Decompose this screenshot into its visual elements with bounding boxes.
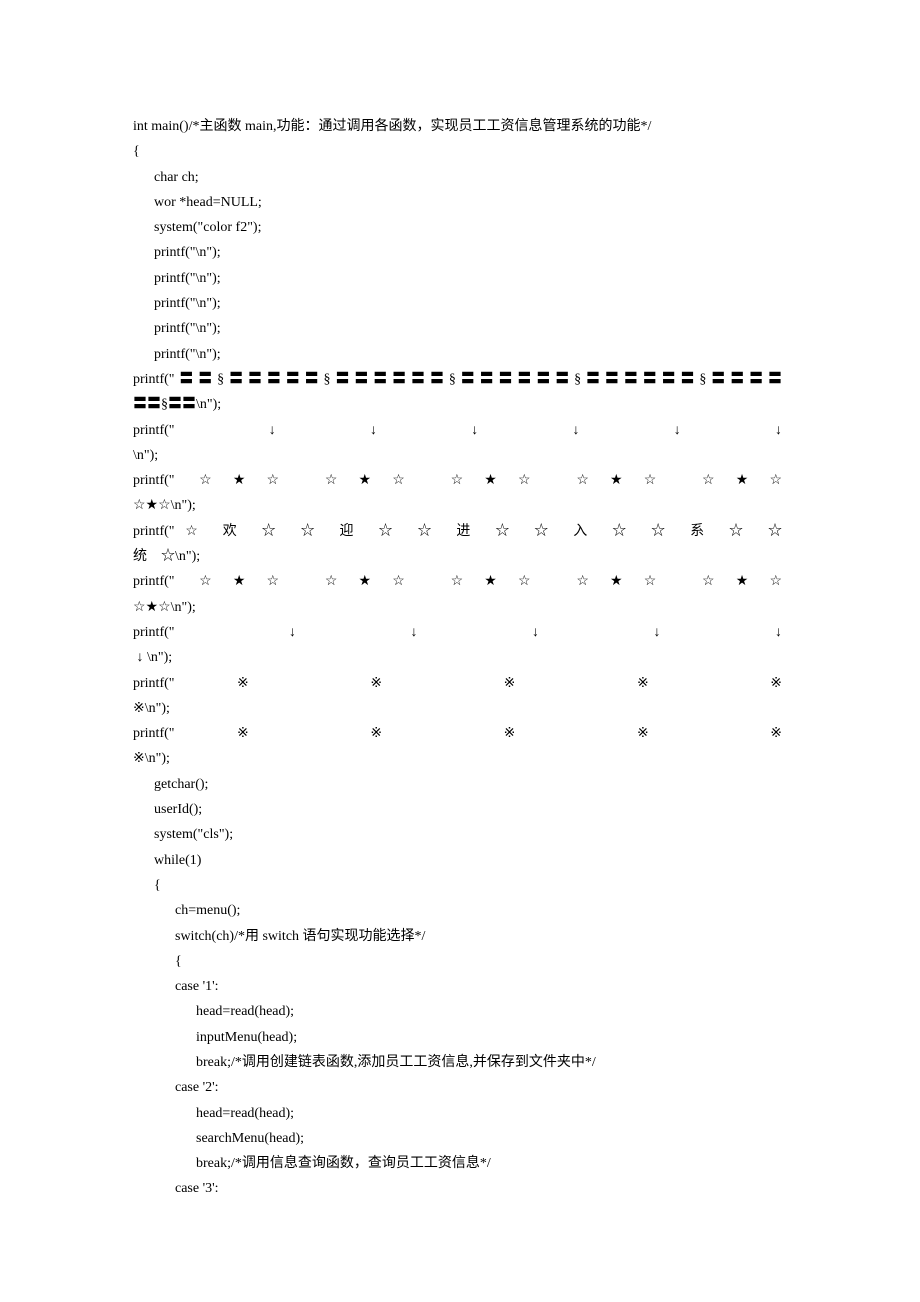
code-line: printf("〓〓§〓〓〓〓〓§〓〓〓〓〓〓§〓〓〓〓〓〓§〓〓〓〓〓〓§〓〓… <box>133 367 782 392</box>
code-line: case '1': <box>133 974 782 999</box>
code-line: case '3': <box>133 1176 782 1201</box>
document-page: int main()/*主函数 main,功能：通过调用各函数，实现员工工资信息… <box>0 0 920 1302</box>
code-line: printf("\n"); <box>133 316 782 341</box>
code-line: { <box>133 873 782 898</box>
code-line: while(1) <box>133 848 782 873</box>
code-line: 统 ☆\n"); <box>133 544 782 569</box>
code-line: printf("\n"); <box>133 342 782 367</box>
code-line: printf(" ※ ※ ※ ※ ※ <box>133 671 782 696</box>
code-line: searchMenu(head); <box>133 1126 782 1151</box>
code-line: printf("\n"); <box>133 240 782 265</box>
code-line: system("cls"); <box>133 822 782 847</box>
code-line: printf(" ↓ ↓ ↓ ↓ ↓ ↓ <box>133 418 782 443</box>
code-line: break;/*调用信息查询函数，查询员工工资信息*/ <box>133 1151 782 1176</box>
code-line: printf("☆ 欢 ☆ ☆ 迎 ☆ ☆ 进 ☆ ☆ 入 ☆ ☆ 系 ☆ ☆ <box>133 519 782 544</box>
code-line: ch=menu(); <box>133 898 782 923</box>
code-line: { <box>133 139 782 164</box>
code-line: 〓〓§〓〓\n"); <box>133 392 782 417</box>
code-line: getchar(); <box>133 772 782 797</box>
code-line: int main()/*主函数 main,功能：通过调用各函数，实现员工工资信息… <box>133 114 782 139</box>
code-line: break;/*调用创建链表函数,添加员工工资信息,并保存到文件夹中*/ <box>133 1050 782 1075</box>
code-line: printf(" ↓ ↓ ↓ ↓ ↓ <box>133 620 782 645</box>
code-line: printf("\n"); <box>133 291 782 316</box>
code-line: userId(); <box>133 797 782 822</box>
code-line: printf("\n"); <box>133 266 782 291</box>
code-line: system("color f2"); <box>133 215 782 240</box>
code-line: ※\n"); <box>133 696 782 721</box>
code-line: printf(" ☆★☆ ☆★☆ ☆★☆ ☆★☆ ☆★☆ <box>133 468 782 493</box>
code-line: ※\n"); <box>133 746 782 771</box>
code-line: switch(ch)/*用 switch 语句实现功能选择*/ <box>133 924 782 949</box>
code-line: wor *head=NULL; <box>133 190 782 215</box>
code-line: head=read(head); <box>133 999 782 1024</box>
code-line: printf(" ※ ※ ※ ※ ※ <box>133 721 782 746</box>
code-line: ☆★☆\n"); <box>133 595 782 620</box>
code-line: ☆★☆\n"); <box>133 493 782 518</box>
code-line: case '2': <box>133 1075 782 1100</box>
code-line: head=read(head); <box>133 1101 782 1126</box>
code-line: { <box>133 949 782 974</box>
code-line: inputMenu(head); <box>133 1025 782 1050</box>
code-line: char ch; <box>133 165 782 190</box>
code-line: printf(" ☆★☆ ☆★☆ ☆★☆ ☆★☆ ☆★☆ <box>133 569 782 594</box>
code-line: ↓ \n"); <box>133 645 782 670</box>
code-line: \n"); <box>133 443 782 468</box>
